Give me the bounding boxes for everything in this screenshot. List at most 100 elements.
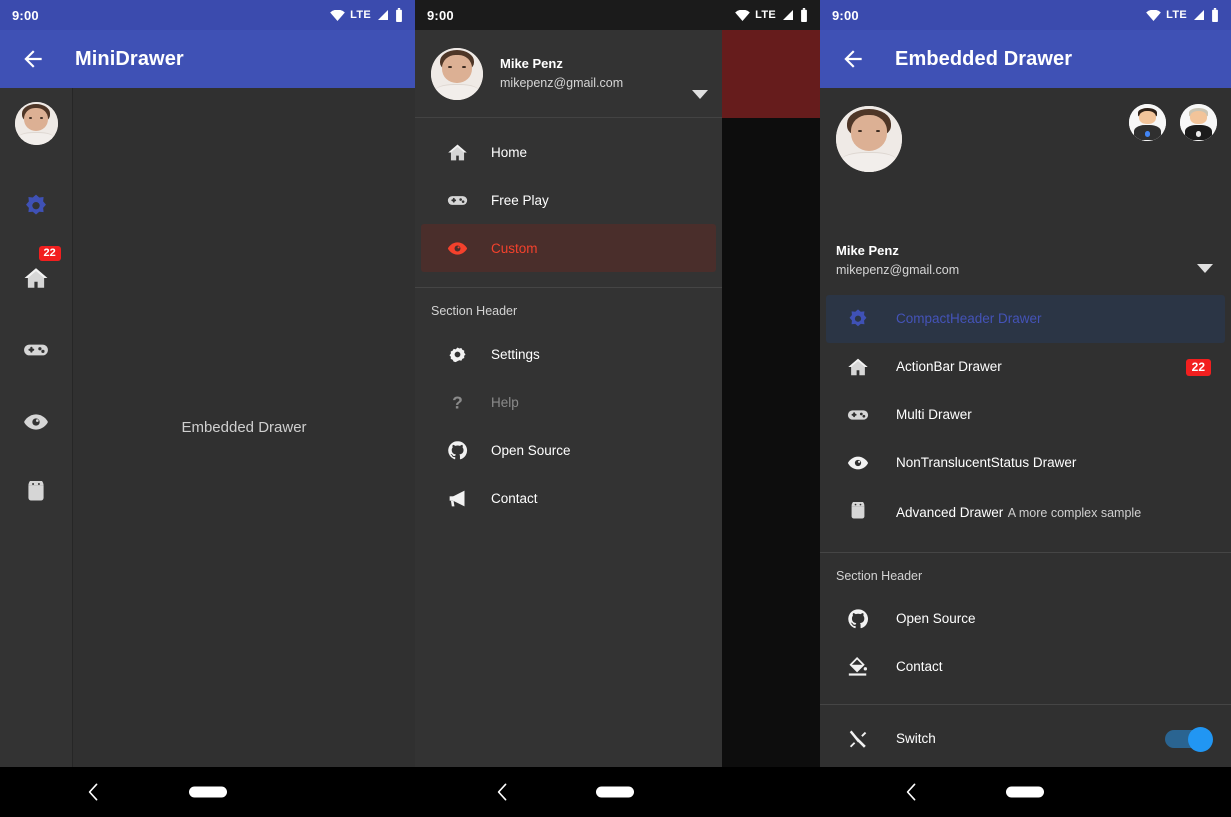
wifi-icon	[735, 9, 750, 21]
item-text: ActionBar Drawer	[896, 358, 1002, 376]
switch-toggle[interactable]	[1188, 726, 1213, 752]
drawer-item-nontranslucentstatus-drawer[interactable]: NonTranslucentStatus Drawer	[826, 439, 1225, 487]
mini-drawer-rail: 22	[0, 88, 73, 767]
signal-icon	[783, 10, 793, 20]
appbar-panel1: MiniDrawer	[0, 30, 415, 88]
panel-embedded-drawer: 9:00 LTE Embedded Drawer Mike Penz mikep…	[820, 0, 1231, 817]
network-type: LTE	[1166, 9, 1187, 21]
wifi-icon	[1146, 9, 1161, 21]
network-type: LTE	[350, 9, 371, 21]
section-header: Section Header	[836, 569, 923, 583]
rail-item-home[interactable]: 22	[0, 242, 73, 314]
drawer-item-help[interactable]: ? Help	[421, 378, 716, 426]
content-label: Embedded Drawer	[181, 419, 307, 436]
back-arrow-icon[interactable]	[840, 46, 866, 72]
drawer-item-actionbar-drawer[interactable]: ActionBar Drawer 22	[826, 343, 1225, 391]
back-nav-icon[interactable]	[495, 783, 509, 801]
network-type: LTE	[755, 9, 776, 21]
profile-text: Mike Penz mikepenz@gmail.com	[836, 242, 959, 279]
drawer-item-advanced-drawer[interactable]: Advanced Drawer A more complex sample	[826, 487, 1225, 539]
drawer-item-label: Contact	[491, 490, 538, 506]
back-arrow-icon[interactable]	[20, 46, 46, 72]
rail-item-free-play[interactable]	[0, 314, 73, 386]
android-icon	[838, 502, 878, 524]
drawer-item-settings[interactable]: Settings	[421, 330, 716, 378]
drawer-item-contact[interactable]: Contact	[421, 474, 716, 522]
drawer-item-label: ActionBar Drawer	[896, 358, 1002, 374]
github-icon	[838, 608, 878, 630]
status-bar-panel2: 9:00 LTE	[415, 0, 820, 30]
drawer-item-open-source[interactable]: Open Source	[421, 426, 716, 474]
drawer-item-label: NonTranslucentStatus Drawer	[896, 454, 1077, 470]
avatar[interactable]	[431, 47, 483, 100]
home-pill-icon[interactable]	[189, 786, 227, 798]
panel1-content-area: Embedded Drawer	[73, 88, 415, 767]
back-nav-icon[interactable]	[904, 783, 918, 801]
status-icons: LTE	[330, 8, 403, 22]
nav-segment-2	[415, 767, 820, 817]
badge: 22	[38, 246, 61, 262]
status-time: 9:00	[427, 7, 454, 23]
signal-icon	[1194, 10, 1204, 20]
rail-item-advanced[interactable]	[0, 458, 73, 530]
panel1-body: 22 Embedded Drawer	[0, 88, 415, 767]
drawer-item-home[interactable]: Home	[421, 128, 716, 176]
drawer-item-free-play[interactable]: Free Play	[421, 176, 716, 224]
home-icon	[433, 142, 481, 163]
wifi-icon	[330, 9, 345, 21]
avatar[interactable]	[836, 106, 902, 172]
home-pill-icon[interactable]	[1006, 786, 1044, 798]
gamepad-icon	[838, 404, 878, 426]
page-title: MiniDrawer	[75, 47, 184, 70]
item-text: Multi Drawer	[896, 406, 972, 424]
drawer-item-multi-drawer[interactable]: Multi Drawer	[826, 391, 1225, 439]
signal-icon	[378, 10, 388, 20]
drawer-secondary-items: Settings ? Help Open Source Contact	[415, 330, 722, 522]
chevron-down-icon[interactable]	[692, 90, 708, 99]
navigation-drawer: Mike Penz mikepenz@gmail.com Home Free P…	[415, 30, 722, 817]
drawer-item-label: Help	[491, 394, 519, 410]
drawer-item-label: Switch	[896, 730, 936, 746]
home-pill-icon[interactable]	[596, 786, 634, 798]
drawer-item-open-source[interactable]: Open Source	[826, 595, 1225, 643]
drawer-item-label: Custom	[491, 240, 538, 256]
paint-bucket-icon	[838, 656, 878, 678]
drawer-item-custom[interactable]: Custom	[421, 224, 716, 272]
secondary-avatar-2[interactable]	[1180, 104, 1217, 141]
embedded-control-items: Switch Toggle	[820, 705, 1231, 767]
tools-icon	[838, 728, 878, 750]
drawer-item-label: Open Source	[491, 442, 571, 458]
nav-segment-3	[820, 767, 1231, 817]
drawer-profile-header[interactable]: Mike Penz mikepenz@gmail.com	[415, 30, 722, 118]
back-nav-icon[interactable]	[86, 783, 100, 801]
chevron-down-icon[interactable]	[1197, 264, 1213, 273]
drawer-item-contact[interactable]: Contact	[826, 643, 1225, 691]
android-icon	[28, 481, 44, 501]
panel-full-drawer: 9:00 LTE Mike Penz mikepenz@gmail.com Ho…	[415, 0, 820, 817]
profile-name: Mike Penz	[500, 56, 563, 72]
battery-icon	[1212, 8, 1218, 22]
drawer-item-compactheader-drawer[interactable]: CompactHeader Drawer	[826, 295, 1225, 343]
status-icons: LTE	[1146, 8, 1219, 22]
gamepad-icon	[24, 344, 48, 356]
secondary-avatar-1[interactable]	[1129, 104, 1166, 141]
svg-text:?: ?	[452, 392, 463, 412]
rail-item-compact-header[interactable]	[0, 170, 73, 242]
rail-item-custom[interactable]	[0, 386, 73, 458]
drawer-item-label: Home	[491, 144, 528, 160]
drawer-item-label: Advanced Drawer	[896, 504, 1004, 520]
item-text: Open Source	[896, 610, 976, 628]
battery-icon	[396, 8, 402, 22]
status-time: 9:00	[832, 7, 859, 23]
embedded-drawer-items: CompactHeader Drawer ActionBar Drawer 22	[820, 295, 1231, 539]
panel2-stack: Mike Penz mikepenz@gmail.com Home Free P…	[415, 30, 820, 817]
avatar[interactable]	[14, 102, 58, 145]
item-text: Contact	[896, 658, 943, 676]
embedded-secondary-items: Open Source Contact	[820, 595, 1231, 691]
profile-name: Mike Penz	[836, 243, 899, 259]
profile-text: Mike Penz mikepenz@gmail.com	[500, 54, 623, 92]
item-text: Switch	[896, 730, 936, 748]
github-icon	[433, 440, 481, 461]
drawer-item-switch[interactable]: Switch	[826, 713, 1225, 765]
compact-header-icon	[838, 308, 878, 330]
